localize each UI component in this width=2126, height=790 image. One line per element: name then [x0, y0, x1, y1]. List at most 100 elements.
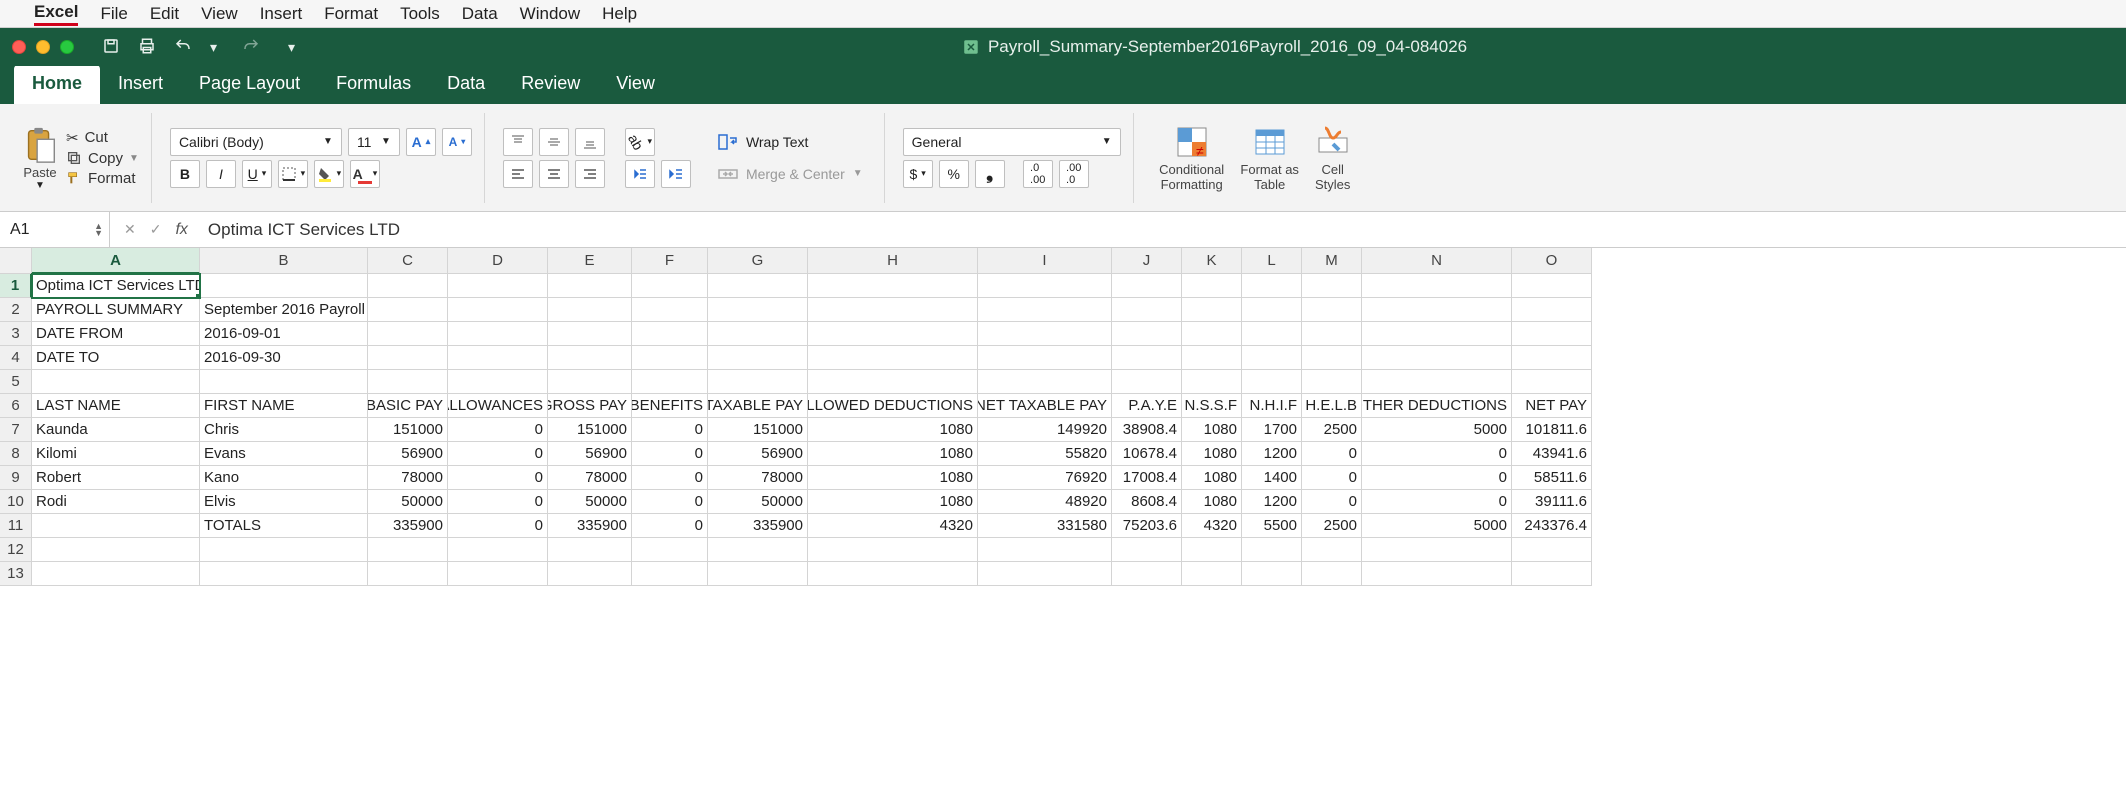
format-painter-button[interactable]: Format	[66, 170, 139, 187]
tab-page-layout[interactable]: Page Layout	[181, 65, 318, 104]
cell[interactable]	[1242, 370, 1302, 394]
cell[interactable]	[448, 322, 548, 346]
cell[interactable]: 5000	[1362, 514, 1512, 538]
cell[interactable]	[548, 562, 632, 586]
row-header[interactable]: 13	[0, 562, 32, 586]
cell[interactable]: 2500	[1302, 514, 1362, 538]
cell[interactable]: 75203.6	[1112, 514, 1182, 538]
cell[interactable]: 1080	[808, 490, 978, 514]
cell[interactable]	[32, 562, 200, 586]
tab-view[interactable]: View	[598, 65, 673, 104]
cell[interactable]	[632, 322, 708, 346]
cell[interactable]	[1182, 370, 1242, 394]
align-center-button[interactable]	[539, 160, 569, 188]
cell[interactable]: 1080	[808, 466, 978, 490]
cell[interactable]: H.E.L.B	[1302, 394, 1362, 418]
row-header[interactable]: 10	[0, 490, 32, 514]
cell[interactable]: NET TAXABLE PAY	[978, 394, 1112, 418]
cell[interactable]	[368, 274, 448, 298]
zoom-button[interactable]	[60, 40, 74, 54]
percent-button[interactable]: %	[939, 160, 969, 188]
cell[interactable]: 1080	[1182, 490, 1242, 514]
menu-file[interactable]: File	[100, 4, 127, 24]
save-icon[interactable]	[102, 37, 120, 58]
cell[interactable]: 55820	[978, 442, 1112, 466]
cell[interactable]	[32, 370, 200, 394]
col-header-E[interactable]: E	[548, 248, 632, 274]
cell[interactable]	[1362, 298, 1512, 322]
cell[interactable]: 1080	[808, 442, 978, 466]
undo-dropdown[interactable]: ▾	[210, 39, 224, 56]
cell[interactable]	[708, 538, 808, 562]
enter-formula-icon[interactable]: ✓	[150, 221, 162, 238]
cell[interactable]	[808, 346, 978, 370]
cell[interactable]: 1080	[808, 418, 978, 442]
cell[interactable]: 5500	[1242, 514, 1302, 538]
cell[interactable]	[1242, 274, 1302, 298]
cell[interactable]: 335900	[708, 514, 808, 538]
cell[interactable]: N.H.I.F	[1242, 394, 1302, 418]
cell[interactable]: TAXABLE PAY	[708, 394, 808, 418]
cell[interactable]	[632, 562, 708, 586]
cell[interactable]: 151000	[548, 418, 632, 442]
cell[interactable]: 2500	[1302, 418, 1362, 442]
cell[interactable]: 0	[632, 490, 708, 514]
cancel-formula-icon[interactable]: ✕	[124, 221, 136, 238]
align-middle-button[interactable]	[539, 128, 569, 156]
cell[interactable]: 0	[632, 466, 708, 490]
paste-button[interactable]: Paste ▼	[22, 125, 58, 191]
cell[interactable]	[708, 322, 808, 346]
cell[interactable]: 335900	[368, 514, 448, 538]
cell[interactable]	[978, 298, 1112, 322]
cell[interactable]	[448, 562, 548, 586]
cell[interactable]	[368, 298, 448, 322]
cell[interactable]: 0	[1362, 490, 1512, 514]
cell[interactable]	[1302, 298, 1362, 322]
cell[interactable]: 48920	[978, 490, 1112, 514]
cell[interactable]: 2016-09-01	[200, 322, 368, 346]
row-header[interactable]: 2	[0, 298, 32, 322]
bold-button[interactable]: B	[170, 160, 200, 188]
col-header-D[interactable]: D	[448, 248, 548, 274]
row-header[interactable]: 6	[0, 394, 32, 418]
cell[interactable]: Kilomi	[32, 442, 200, 466]
underline-button[interactable]: U▾	[242, 160, 272, 188]
cell[interactable]	[1362, 346, 1512, 370]
cell[interactable]: 50000	[708, 490, 808, 514]
cell[interactable]	[368, 370, 448, 394]
col-header-M[interactable]: M	[1302, 248, 1362, 274]
cell[interactable]	[448, 298, 548, 322]
increase-font-button[interactable]: A▴	[406, 128, 436, 156]
align-top-button[interactable]	[503, 128, 533, 156]
fill-color-button[interactable]: ▾	[314, 160, 344, 188]
menu-help[interactable]: Help	[602, 4, 637, 24]
cell[interactable]	[200, 274, 368, 298]
cell[interactable]	[1112, 346, 1182, 370]
cell[interactable]: 1400	[1242, 466, 1302, 490]
cell[interactable]: 10678.4	[1112, 442, 1182, 466]
col-header-O[interactable]: O	[1512, 248, 1592, 274]
cell[interactable]	[632, 370, 708, 394]
cell[interactable]: ALLOWED DEDUCTIONS	[808, 394, 978, 418]
cell[interactable]	[368, 346, 448, 370]
cell[interactable]	[1512, 370, 1592, 394]
increase-indent-button[interactable]	[661, 160, 691, 188]
cell[interactable]: LAST NAME	[32, 394, 200, 418]
cell[interactable]	[1112, 562, 1182, 586]
menu-app[interactable]: Excel	[34, 2, 78, 26]
cell[interactable]: 78000	[708, 466, 808, 490]
cell[interactable]: 0	[448, 442, 548, 466]
cell[interactable]: 5000	[1362, 418, 1512, 442]
cell[interactable]: 0	[632, 418, 708, 442]
cell[interactable]	[708, 562, 808, 586]
cell[interactable]	[808, 538, 978, 562]
menu-view[interactable]: View	[201, 4, 238, 24]
qat-customize[interactable]: ▾	[288, 39, 302, 56]
cell[interactable]	[632, 538, 708, 562]
cell[interactable]: 2016-09-30	[200, 346, 368, 370]
select-all-corner[interactable]	[0, 248, 32, 274]
decrease-font-button[interactable]: A▾	[442, 128, 472, 156]
cell[interactable]	[1362, 370, 1512, 394]
cell[interactable]: 149920	[978, 418, 1112, 442]
cell[interactable]	[708, 346, 808, 370]
